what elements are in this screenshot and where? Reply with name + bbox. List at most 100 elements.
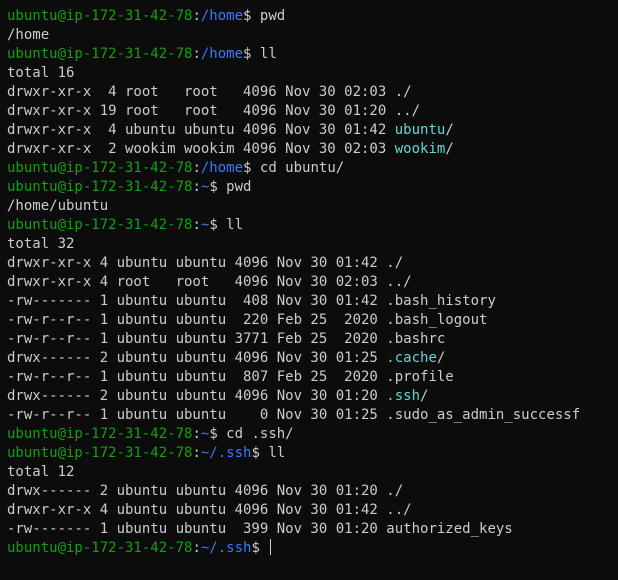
listing-meta: drwxr-xr-x 4 ubuntu ubuntu 4096 Nov 30 0…	[7, 502, 387, 518]
listing-meta: drwxr-xr-x 4 root root 4096 Nov 30 02:03	[7, 84, 395, 100]
prompt-line: ubuntu@ip-172-31-42-78:~/.ssh$	[7, 539, 618, 558]
listing-meta: drwxr-xr-x 4 ubuntu ubuntu 4096 Nov 30 0…	[7, 255, 387, 271]
prompt-path: /home	[200, 46, 244, 62]
listing-meta: drwxr-xr-x 19 root root 4096 Nov 30 01:2…	[7, 103, 395, 119]
listing-suffix: /	[445, 141, 454, 157]
prompt-user-host: ubuntu@ip-172-31-42-78	[7, 445, 193, 461]
listing-file-name: ./	[394, 84, 412, 100]
listing-suffix: /	[420, 388, 429, 404]
listing-meta: drwx------ 2 ubuntu ubuntu 4096 Nov 30 0…	[7, 388, 387, 404]
prompt-line: ubuntu@ip-172-31-42-78:~$ cd .ssh/	[7, 425, 618, 444]
output-text: /home/ubuntu	[7, 198, 109, 214]
listing-file-name: ../	[386, 274, 412, 290]
listing-row: drwxr-xr-x 4 ubuntu ubuntu 4096 Nov 30 0…	[7, 121, 618, 140]
prompt-separator: :	[192, 445, 201, 461]
prompt-path: /home	[200, 160, 244, 176]
listing-file-name: .sudo_as_admin_successf	[386, 407, 581, 423]
listing-file-name: .bashrc	[386, 331, 446, 347]
prompt-user-host: ubuntu@ip-172-31-42-78	[7, 540, 193, 556]
listing-row: -rw-r--r-- 1 ubuntu ubuntu 807 Feb 25 20…	[7, 368, 618, 387]
text-cursor[interactable]	[270, 539, 272, 555]
listing-file-name: authorized_keys	[386, 521, 513, 537]
output-text: total 12	[7, 464, 75, 480]
listing-file-name: .bash_logout	[386, 312, 488, 328]
listing-row: drwx------ 2 ubuntu ubuntu 4096 Nov 30 0…	[7, 482, 618, 501]
prompt-line: ubuntu@ip-172-31-42-78:/home$ ll	[7, 45, 618, 64]
prompt-symbol: $	[251, 540, 269, 556]
prompt-separator: :	[192, 426, 201, 442]
output-text: total 16	[7, 65, 75, 81]
listing-row: drwxr-xr-x 4 root root 4096 Nov 30 02:03…	[7, 83, 618, 102]
prompt-symbol: $	[243, 8, 260, 24]
terminal-window[interactable]: ubuntu@ip-172-31-42-78:/home$ pwd/home ub…	[0, 0, 618, 580]
listing-row: drwxr-xr-x 4 ubuntu ubuntu 4096 Nov 30 0…	[7, 254, 618, 273]
prompt-symbol: $	[251, 445, 269, 461]
prompt-user-host: ubuntu@ip-172-31-42-78	[7, 179, 193, 195]
output-text: /home	[7, 27, 50, 43]
listing-dir-name: .ssh	[386, 388, 421, 404]
listing-meta: -rw-r--r-- 1 ubuntu ubuntu 220 Feb 25 20…	[7, 312, 387, 328]
output-line: total 16	[7, 64, 618, 83]
prompt-line: ubuntu@ip-172-31-42-78:~$ pwd	[7, 178, 618, 197]
listing-meta: -rw------- 1 ubuntu ubuntu 399 Nov 30 01…	[7, 521, 387, 537]
prompt-symbol: $	[243, 46, 260, 62]
listing-file-name: .profile	[386, 369, 454, 385]
prompt-path: ~/.ssh	[200, 445, 252, 461]
listing-file-name: ./	[386, 255, 404, 271]
prompt-separator: :	[192, 540, 201, 556]
listing-row: drwxr-xr-x 4 ubuntu ubuntu 4096 Nov 30 0…	[7, 501, 618, 520]
output-line: total 12	[7, 463, 618, 482]
prompt-separator: :	[192, 160, 201, 176]
listing-file-name: ./	[386, 483, 404, 499]
prompt-line: ubuntu@ip-172-31-42-78:/home$ cd ubuntu/	[7, 159, 618, 178]
listing-row: drwxr-xr-x 19 root root 4096 Nov 30 01:2…	[7, 102, 618, 121]
prompt-line: ubuntu@ip-172-31-42-78:~$ ll	[7, 216, 618, 235]
listing-row: drwxr-xr-x 4 root root 4096 Nov 30 02:03…	[7, 273, 618, 292]
listing-suffix: /	[445, 122, 454, 138]
command-text: pwd	[226, 179, 252, 195]
listing-meta: drwx------ 2 ubuntu ubuntu 4096 Nov 30 0…	[7, 350, 387, 366]
prompt-separator: :	[192, 217, 201, 233]
listing-row: -rw-r--r-- 1 ubuntu ubuntu 3771 Feb 25 2…	[7, 330, 618, 349]
listing-meta: drwxr-xr-x 2 wookim wookim 4096 Nov 30 0…	[7, 141, 395, 157]
command-text: ll	[268, 445, 286, 461]
output-line: /home	[7, 26, 618, 45]
listing-meta: drwxr-xr-x 4 ubuntu ubuntu 4096 Nov 30 0…	[7, 122, 395, 138]
listing-meta: -rw------- 1 ubuntu ubuntu 408 Nov 30 01…	[7, 293, 387, 309]
listing-meta: drwxr-xr-x 4 root root 4096 Nov 30 02:03	[7, 274, 387, 290]
listing-row: -rw------- 1 ubuntu ubuntu 399 Nov 30 01…	[7, 520, 618, 539]
listing-row: drwx------ 2 ubuntu ubuntu 4096 Nov 30 0…	[7, 349, 618, 368]
prompt-user-host: ubuntu@ip-172-31-42-78	[7, 426, 193, 442]
listing-row: -rw-r--r-- 1 ubuntu ubuntu 0 Nov 30 01:2…	[7, 406, 618, 425]
prompt-path: /home	[200, 8, 244, 24]
prompt-separator: :	[192, 179, 201, 195]
command-text: cd ubuntu/	[259, 160, 345, 176]
listing-file-name: ../	[386, 502, 412, 518]
prompt-user-host: ubuntu@ip-172-31-42-78	[7, 160, 193, 176]
listing-file-name: ../	[394, 103, 421, 119]
listing-row: drwxr-xr-x 2 wookim wookim 4096 Nov 30 0…	[7, 140, 618, 159]
listing-dir-name: ubuntu	[394, 122, 446, 138]
prompt-line: ubuntu@ip-172-31-42-78:~/.ssh$ ll	[7, 444, 618, 463]
prompt-path: ~/.ssh	[200, 540, 252, 556]
prompt-user-host: ubuntu@ip-172-31-42-78	[7, 46, 193, 62]
prompt-symbol: $	[243, 160, 260, 176]
prompt-symbol: $	[209, 179, 227, 195]
listing-dir-name: wookim	[394, 141, 446, 157]
listing-dir-name: .cache	[386, 350, 437, 366]
output-line: total 32	[7, 235, 618, 254]
command-text: ll	[259, 46, 277, 62]
listing-meta: -rw-r--r-- 1 ubuntu ubuntu 0 Nov 30 01:2…	[7, 407, 387, 423]
prompt-separator: :	[192, 8, 201, 24]
output-line: /home/ubuntu	[7, 197, 618, 216]
prompt-line: ubuntu@ip-172-31-42-78:/home$ pwd	[7, 7, 618, 26]
output-text: total 32	[7, 236, 75, 252]
listing-file-name: .bash_history	[386, 293, 496, 309]
listing-row: -rw-r--r-- 1 ubuntu ubuntu 220 Feb 25 20…	[7, 311, 618, 330]
prompt-user-host: ubuntu@ip-172-31-42-78	[7, 217, 193, 233]
prompt-symbol: $	[209, 217, 227, 233]
prompt-user-host: ubuntu@ip-172-31-42-78	[7, 8, 193, 24]
prompt-symbol: $	[209, 426, 227, 442]
listing-meta: -rw-r--r-- 1 ubuntu ubuntu 3771 Feb 25 2…	[7, 331, 387, 347]
command-text: ll	[226, 217, 244, 233]
